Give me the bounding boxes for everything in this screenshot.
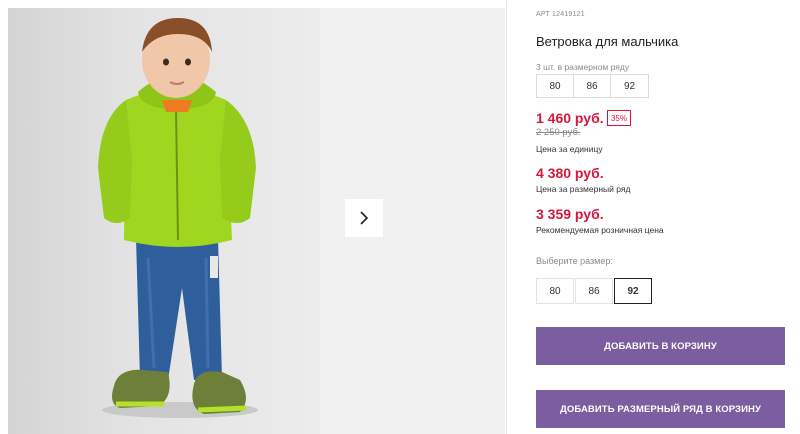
add-size-row-to-cart-button[interactable]: ДОБАВИТЬ РАЗМЕРНЫЙ РЯД В КОРЗИНУ (536, 390, 785, 428)
size-option-86[interactable]: 86 (575, 278, 613, 304)
size-row-caption: 3 шт. в размерном ряду (536, 62, 630, 72)
panel-divider (506, 0, 507, 434)
retail-price: 3 359 руб. (536, 206, 604, 222)
product-gallery (8, 8, 505, 434)
boy-in-jacket-illustration (98, 18, 258, 418)
chevron-right-icon (360, 211, 369, 225)
article-number: АРТ 12419121 (536, 11, 585, 18)
retail-price-caption: Рекомендуемая розничная цена (536, 225, 664, 235)
unit-price: 1 460 руб. (536, 110, 604, 126)
size-row-list: 80 86 92 (536, 74, 649, 98)
size-picker: 80 86 92 (536, 278, 653, 304)
size-picker-label: Выберите размер: (536, 256, 613, 266)
product-photo[interactable] (8, 8, 320, 434)
discount-badge: 35% (607, 110, 631, 126)
size-option-80[interactable]: 80 (536, 278, 574, 304)
product-title: Ветровка для мальчика (536, 34, 679, 49)
size-option-92[interactable]: 92 (614, 278, 652, 304)
row-price-caption: Цена за размерный ряд (536, 184, 631, 194)
size-row-item: 80 (537, 75, 574, 97)
add-to-cart-button[interactable]: ДОБАВИТЬ В КОРЗИНУ (536, 327, 785, 365)
size-row-item: 86 (574, 75, 611, 97)
old-price: 2 250 руб. (536, 127, 581, 138)
gallery-next-button[interactable] (345, 199, 383, 237)
size-row-item: 92 (623, 80, 636, 92)
row-price: 4 380 руб. (536, 165, 604, 181)
unit-price-caption: Цена за единицу (536, 144, 603, 154)
